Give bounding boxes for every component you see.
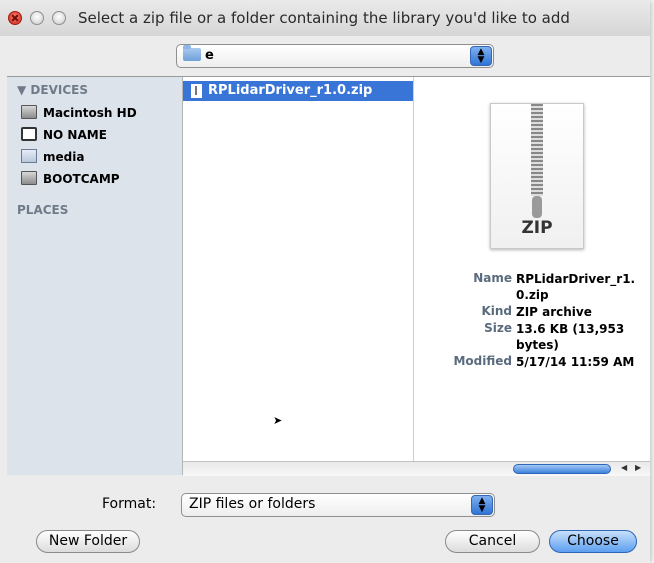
info-value: RPLidarDriver_r1.0.zip [516, 272, 636, 302]
mouse-cursor-icon: ➤ [273, 414, 283, 427]
cancel-button[interactable]: Cancel [445, 530, 540, 553]
info-key: Modified [453, 354, 512, 368]
sidebar-item-label: Macintosh HD [43, 106, 137, 120]
sidebar-item-label: BOOTCAMP [43, 172, 120, 186]
file-info: Name RPLidarDriver_r1.0.zip Kind ZIP arc… [414, 271, 650, 371]
sidebar-item-macintosh-hd[interactable]: Macintosh HD [21, 105, 137, 125]
location-value: e [205, 48, 214, 63]
minimize-window-button[interactable] [30, 11, 44, 25]
zip-badge: ZIP [521, 218, 553, 238]
close-window-button[interactable] [8, 11, 22, 25]
file-name: RPLidarDriver_r1.0.zip [208, 83, 373, 98]
info-key: Kind [481, 304, 512, 318]
media-drive-icon [21, 149, 37, 163]
horizontal-scrollbar[interactable]: ◀ ▶ [183, 461, 650, 476]
zip-archive-icon: ZIP [490, 103, 584, 249]
hard-drive-icon [21, 171, 37, 185]
location-popup[interactable]: e ▲ ▼ [176, 44, 494, 68]
zipper-icon [531, 104, 543, 196]
info-row-size: Size 13.6 KB (13,953 bytes) [414, 321, 650, 353]
info-key: Size [484, 321, 512, 335]
info-row-modified: Modified 5/17/14 11:59 AM [414, 354, 650, 370]
info-row-name: Name RPLidarDriver_r1.0.zip [414, 271, 650, 303]
popup-arrows-icon: ▲ ▼ [471, 495, 493, 515]
sidebar-item-bootcamp[interactable]: BOOTCAMP [21, 171, 120, 191]
zipper-pull-icon [532, 196, 542, 218]
zoom-window-button[interactable] [52, 11, 66, 25]
file-column: RPLidarDriver_r1.0.zip ➤ [183, 77, 414, 475]
format-label: Format: [102, 496, 157, 512]
format-popup[interactable]: ZIP files or folders ▲ ▼ [181, 493, 495, 517]
sidebar-item-no-name[interactable]: NO NAME [21, 127, 107, 147]
preview-pane: ZIP Name RPLidarDriver_r1.0.zip Kind ZIP… [414, 77, 650, 475]
info-row-kind: Kind ZIP archive [414, 304, 650, 320]
file-browser: ▼ DEVICES Macintosh HD NO NAME media BOO… [7, 76, 650, 476]
hard-drive-icon [21, 105, 37, 119]
sidebar-item-label: media [43, 150, 85, 164]
sidebar-header-places[interactable]: PLACES [17, 203, 68, 217]
sd-card-icon [21, 127, 37, 141]
scroll-left-icon[interactable]: ◀ [621, 463, 627, 472]
info-value: ZIP archive [516, 305, 592, 319]
sidebar-header-devices[interactable]: ▼ DEVICES [17, 83, 88, 97]
info-value: 13.6 KB (13,953 bytes) [516, 322, 625, 352]
sidebar-item-label: NO NAME [43, 128, 107, 142]
zip-file-icon [191, 84, 202, 98]
file-row-selected[interactable]: RPLidarDriver_r1.0.zip [183, 81, 413, 101]
choose-button[interactable]: Choose [549, 530, 637, 553]
new-folder-button[interactable]: New Folder [36, 530, 140, 553]
scroll-right-icon[interactable]: ▶ [635, 463, 641, 472]
sidebar: ▼ DEVICES Macintosh HD NO NAME media BOO… [7, 77, 183, 475]
info-value: 5/17/14 11:59 AM [516, 355, 635, 369]
title-bar: Select a zip file or a folder containing… [0, 0, 650, 36]
sidebar-item-media[interactable]: media [21, 149, 84, 169]
format-value: ZIP files or folders [189, 496, 316, 512]
path-bar: e ▲ ▼ [0, 36, 650, 76]
info-key: Name [473, 271, 512, 285]
file-chooser-dialog: Select a zip file or a folder containing… [0, 0, 650, 563]
popup-arrows-icon: ▲ ▼ [470, 46, 492, 66]
window-title: Select a zip file or a folder containing… [78, 9, 570, 27]
scrollbar-thumb[interactable] [513, 464, 611, 474]
folder-icon [183, 45, 201, 61]
